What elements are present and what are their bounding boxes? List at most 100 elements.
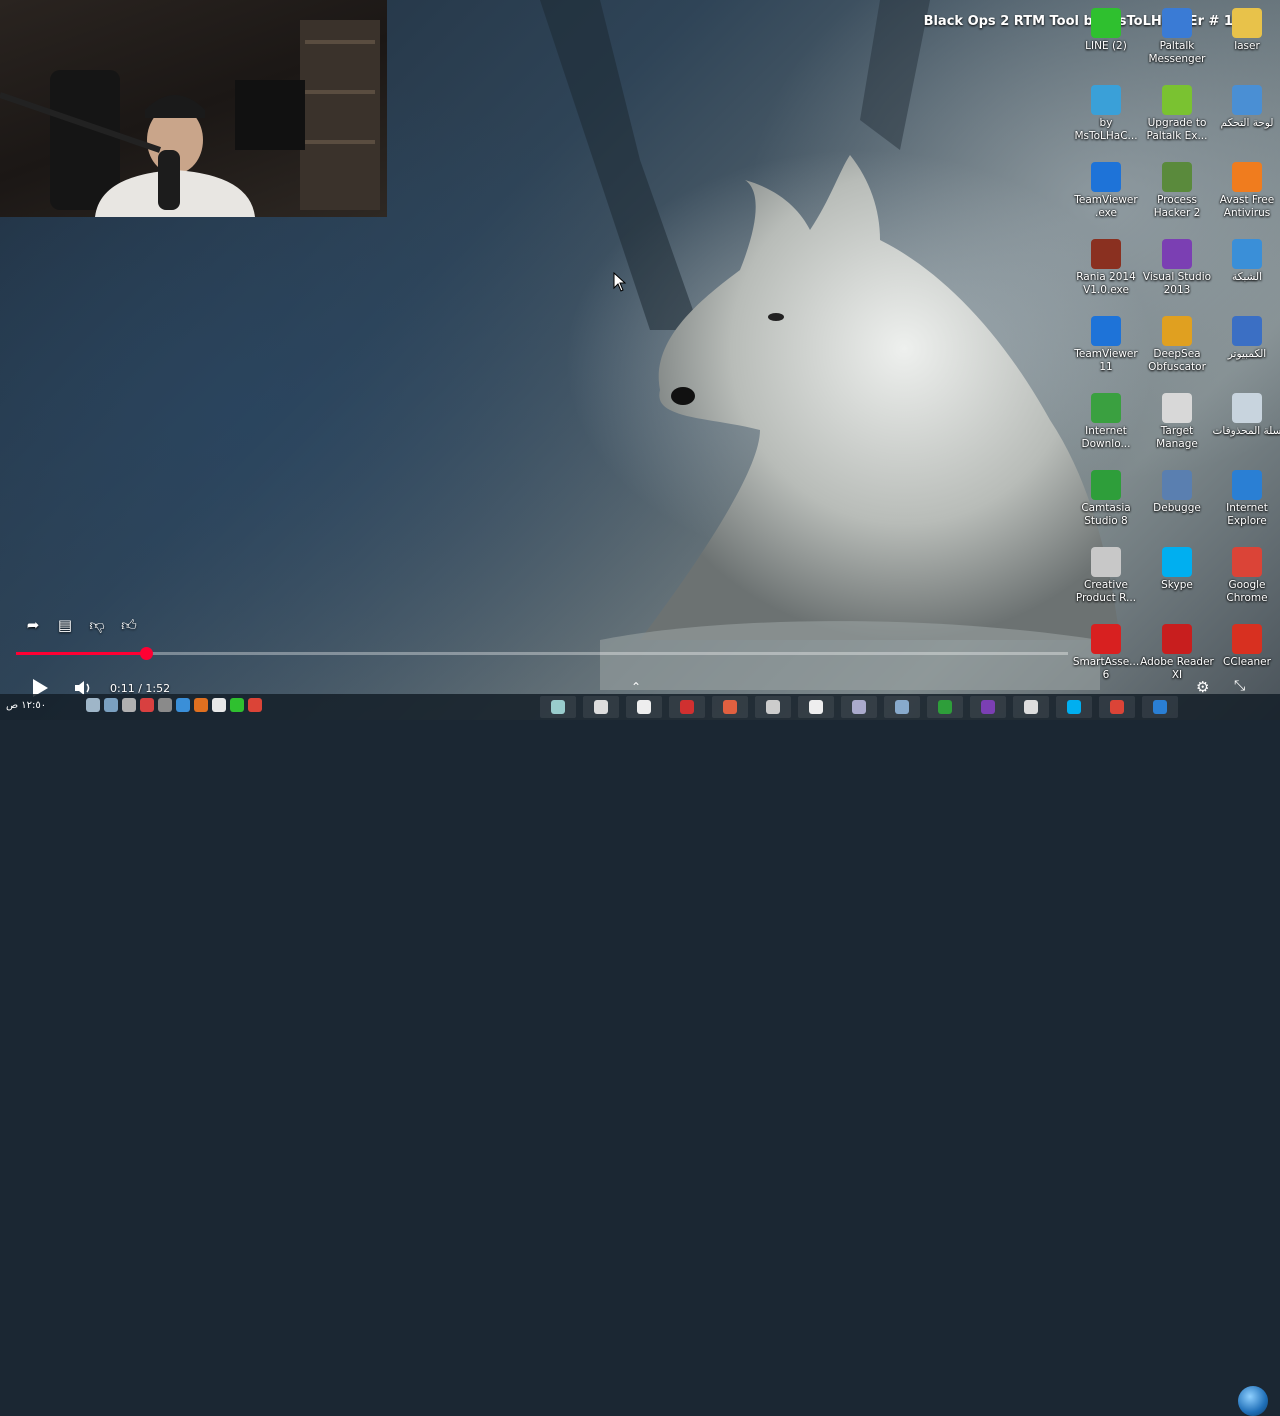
current-time: 0:11 [110, 681, 135, 695]
tray-chat-icon[interactable] [158, 698, 172, 712]
desktop-icon-label: Upgrade to Paltalk Ex... [1146, 117, 1208, 142]
taskbar-app-14[interactable] [1099, 696, 1135, 718]
desktop-icon[interactable]: Internet Downlo... [1069, 393, 1143, 451]
duration: 1:52 [145, 681, 171, 695]
taskbar-app-7[interactable] [798, 696, 834, 718]
tray-teamviewer-icon[interactable] [176, 698, 190, 712]
teamviewer-icon [1091, 162, 1121, 192]
engagement-actions: ➦ ▤ 👎︎ 👍︎ [22, 614, 140, 636]
share-icon[interactable]: ➦ [22, 614, 44, 636]
taskbar-app-11[interactable] [970, 696, 1006, 718]
windows-taskbar: ١٢:٥٠ ص [0, 694, 1280, 1416]
taskbar-app-6[interactable] [755, 696, 791, 718]
desktop-icon-label: Creative Product R... [1075, 579, 1137, 604]
recycle-bin-icon [1232, 393, 1262, 423]
network-icon [1232, 239, 1262, 269]
teamviewer-icon [1091, 316, 1121, 346]
tray-line-icon[interactable] [230, 698, 244, 712]
taskbar-clock: ١٢:٥٠ ص [6, 700, 47, 711]
desktop-icon[interactable]: سلة المحذوفات [1210, 393, 1280, 438]
taskbar-pinned-apps [540, 696, 1178, 718]
taskbar-app-12[interactable] [1013, 696, 1049, 718]
desktop-icon-label: DeepSea Obfuscator [1148, 348, 1206, 373]
desktop-icon[interactable]: الشبكة [1210, 239, 1280, 284]
taskbar-app-1[interactable] [540, 696, 576, 718]
desktop-icon-label: سلة المحذوفات [1212, 425, 1280, 437]
tray-document-icon[interactable] [212, 698, 226, 712]
desktop-icon[interactable]: Skype [1140, 547, 1214, 592]
taskbar-app-13[interactable] [1056, 696, 1092, 718]
taskbar-app-5[interactable] [712, 696, 748, 718]
like-icon[interactable]: 👍︎ [118, 614, 140, 636]
smartassembly-icon [1091, 624, 1121, 654]
desktop-icon-grid: LINE (2) Paltalk Messenger laser by MsToLHa… [1068, 0, 1280, 690]
taskbar-app-4[interactable] [669, 696, 705, 718]
desktop-icon-label: Rania 2014 V1.0.exe [1076, 271, 1136, 296]
desktop-icon[interactable]: SmartAsse... 6 [1069, 624, 1143, 682]
desktop-icon-label: Paltalk Messenger [1148, 40, 1206, 65]
desktop-icon[interactable]: Paltalk Messenger [1140, 8, 1214, 66]
desktop-icon-label: SmartAsse... 6 [1072, 656, 1140, 681]
network-signal-icon[interactable] [104, 698, 118, 712]
desktop-wallpaper: Black Ops 2 RTM Tool by MsToLHaCkEr # 1.… [0, 0, 1280, 720]
windows-start-icon[interactable] [1238, 1386, 1268, 1416]
taskbar-app-9[interactable] [884, 696, 920, 718]
desktop-icon[interactable]: CCleaner [1210, 624, 1280, 669]
desktop-icon[interactable]: laser [1210, 8, 1280, 53]
progress-bar[interactable] [16, 647, 1068, 660]
control-panel-icon [1232, 85, 1262, 115]
desktop-icon-label: LINE (2) [1085, 40, 1127, 52]
desktop-icon[interactable]: Google Chrome [1210, 547, 1280, 605]
desktop-icon-label: Avast Free Antivirus [1219, 194, 1275, 219]
adobe-reader-icon [1162, 624, 1192, 654]
desktop-icon[interactable]: Visual Studio 2013 [1140, 239, 1214, 297]
desktop-icon[interactable]: Internet Explore [1210, 470, 1280, 528]
desktop-icon[interactable]: Creative Product R... [1069, 547, 1143, 605]
time-separator: / [134, 681, 146, 695]
folder-icon [1232, 8, 1262, 38]
taskbar-app-15[interactable] [1142, 696, 1178, 718]
desktop-icon-label: by MsToLHaC... [1074, 117, 1138, 142]
desktop-icon[interactable]: by MsToLHaC... [1069, 85, 1143, 143]
comment-icon[interactable]: ▤ [54, 614, 76, 636]
arduino-icon [1091, 85, 1121, 115]
desktop-icon[interactable]: الكمبيوتر [1210, 316, 1280, 361]
taskbar-app-10[interactable] [927, 696, 963, 718]
app-icon [1091, 239, 1121, 269]
desktop-icon-label: Internet Explore [1226, 502, 1268, 527]
dislike-icon[interactable]: 👎︎ [86, 614, 108, 636]
tray-avast-icon[interactable] [140, 698, 154, 712]
desktop-icon-label: Skype [1161, 579, 1193, 591]
desktop-icon[interactable]: Target Manage [1140, 393, 1214, 451]
chevron-up-icon[interactable]: ⌃ [631, 680, 641, 694]
tray-paltalk-icon[interactable] [194, 698, 208, 712]
desktop-icon[interactable]: Avast Free Antivirus [1210, 162, 1280, 220]
desktop-icon[interactable]: Process Hacker 2 [1140, 162, 1214, 220]
desktop-icon[interactable]: TeamViewer 11 [1069, 316, 1143, 374]
streamer-webcam-image [0, 20, 380, 217]
webcam-overlay [0, 0, 387, 217]
tray-app-icon[interactable] [122, 698, 136, 712]
desktop-icon[interactable]: Camtasia Studio 8 [1069, 470, 1143, 528]
taskbar-app-3[interactable] [626, 696, 662, 718]
desktop-icon[interactable]: Upgrade to Paltalk Ex... [1140, 85, 1214, 143]
taskbar-app-2[interactable] [583, 696, 619, 718]
desktop-icon[interactable]: LINE (2) [1069, 8, 1143, 53]
desktop-icon[interactable]: Adobe Reader XI [1140, 624, 1214, 682]
document-icon [1162, 393, 1192, 423]
desktop-icon[interactable]: لوحة التحكم [1210, 85, 1280, 130]
desktop-icon[interactable]: DeepSea Obfuscator [1140, 316, 1214, 374]
process-hacker-icon [1162, 162, 1192, 192]
taskbar-app-8[interactable] [841, 696, 877, 718]
desktop-icon-label: الشبكة [1231, 271, 1263, 283]
desktop-icon[interactable]: Rania 2014 V1.0.exe [1069, 239, 1143, 297]
desktop-icon[interactable]: TeamViewer .exe [1069, 162, 1143, 220]
chrome-icon [1232, 547, 1262, 577]
exit-fullscreen-icon[interactable]: ⤡ [1234, 678, 1245, 694]
tray-chrome-icon[interactable] [248, 698, 262, 712]
camtasia-icon [1091, 470, 1121, 500]
visual-studio-icon [1162, 239, 1192, 269]
desktop-icon[interactable]: Debugge [1140, 470, 1214, 515]
speaker-icon[interactable] [86, 698, 100, 712]
avast-icon [1232, 162, 1262, 192]
